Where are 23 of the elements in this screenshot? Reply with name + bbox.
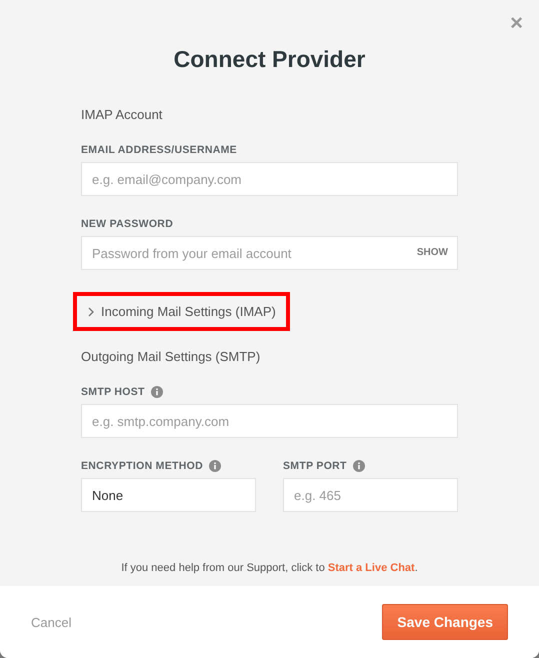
info-icon <box>150 386 163 398</box>
save-button[interactable]: Save Changes <box>382 604 508 640</box>
chevron-icon <box>87 306 95 316</box>
live-chat-link[interactable]: Start a Live Chat <box>328 562 415 574</box>
smtp-port-field[interactable]: e.g. 465 <box>283 478 458 512</box>
incoming-settings-toggle[interactable]: Incoming Mail Settings (IMAP) <box>73 292 290 331</box>
show-password-button[interactable]: SHOW <box>416 247 448 258</box>
section-heading: Outgoing Mail Settings (SMTP) <box>81 349 262 364</box>
smtp-host-field[interactable]: e.g. smtp.company.com <box>81 404 458 438</box>
field-label: NEW PASSWORD <box>81 218 174 230</box>
help-text: If you need help from our Support, click to Start a Live Chat. <box>120 562 419 574</box>
cancel-button[interactable]: Cancel <box>31 614 72 630</box>
email-field[interactable]: e.g. email@company.com <box>81 162 458 196</box>
close-button[interactable]: × <box>506 10 527 36</box>
field-label: SMTP HOST <box>81 386 145 398</box>
section-heading: IMAP Account <box>81 107 164 122</box>
encryption-field[interactable]: None <box>81 478 256 512</box>
field-label: ENCRYPTION METHOD <box>81 460 203 472</box>
field-label: SMTP PORT <box>283 460 347 472</box>
info-icon <box>208 460 221 472</box>
info-icon <box>352 460 365 472</box>
dialog-title: Connect Provider <box>172 46 366 73</box>
field-label: EMAIL ADDRESS/USERNAME <box>81 144 237 156</box>
